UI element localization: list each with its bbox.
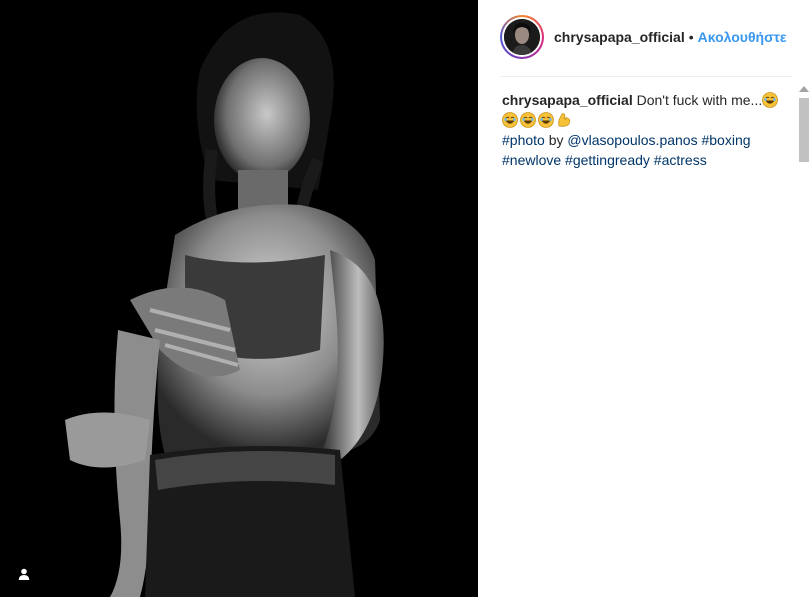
hashtag-link[interactable]: #photo bbox=[502, 132, 545, 148]
laughing-emoji bbox=[520, 112, 536, 128]
caption-by-text: by bbox=[548, 132, 564, 148]
caption-comment: chrysapapa_official Don't fuck with me..… bbox=[502, 90, 782, 170]
caption-line-4: #newlove #gettingready #actress bbox=[502, 150, 782, 170]
hashtag-link[interactable]: #actress bbox=[654, 152, 707, 168]
username-link[interactable]: chrysapapa_official bbox=[554, 29, 685, 45]
scroll-thumb[interactable] bbox=[799, 98, 809, 162]
post-sidebar: chrysapapa_official • Ακολουθήστε chrysapa… bbox=[478, 0, 812, 597]
flexed-biceps-emoji bbox=[558, 113, 571, 127]
avatar-image bbox=[504, 19, 540, 55]
header-text: chrysapapa_official • Ακολουθήστε bbox=[554, 29, 787, 45]
follow-button[interactable]: Ακολουθήστε bbox=[698, 29, 787, 45]
comments-scrollbar[interactable] bbox=[796, 80, 812, 597]
caption-line-2 bbox=[502, 110, 782, 130]
person-icon bbox=[18, 568, 30, 580]
boxer-photo bbox=[0, 0, 478, 597]
user-tag-button[interactable] bbox=[12, 562, 36, 586]
scroll-up-arrow[interactable] bbox=[799, 86, 809, 92]
story-ring[interactable] bbox=[500, 15, 544, 59]
mention-link[interactable]: @vlasopoulos.panos bbox=[567, 132, 697, 148]
avatar[interactable] bbox=[504, 19, 540, 55]
caption-line-1: chrysapapa_official Don't fuck with me..… bbox=[502, 90, 782, 110]
separator-dot: • bbox=[688, 29, 694, 45]
laughing-emoji bbox=[762, 92, 779, 108]
laughing-emoji bbox=[502, 112, 518, 128]
laughing-emoji bbox=[538, 112, 554, 128]
hashtag-link[interactable]: #gettingready bbox=[565, 152, 650, 168]
hashtag-link[interactable]: #newlove bbox=[502, 152, 561, 168]
post-photo[interactable] bbox=[0, 0, 478, 597]
post-header: chrysapapa_official • Ακολουθήστε bbox=[478, 0, 812, 76]
caption-username-link[interactable]: chrysapapa_official bbox=[502, 92, 633, 108]
caption-line-3: #photo by @vlasopoulos.panos #boxing bbox=[502, 130, 782, 150]
caption-text: Don't fuck with me... bbox=[636, 92, 763, 108]
header-divider bbox=[500, 76, 792, 77]
hashtag-link[interactable]: #boxing bbox=[701, 132, 750, 148]
